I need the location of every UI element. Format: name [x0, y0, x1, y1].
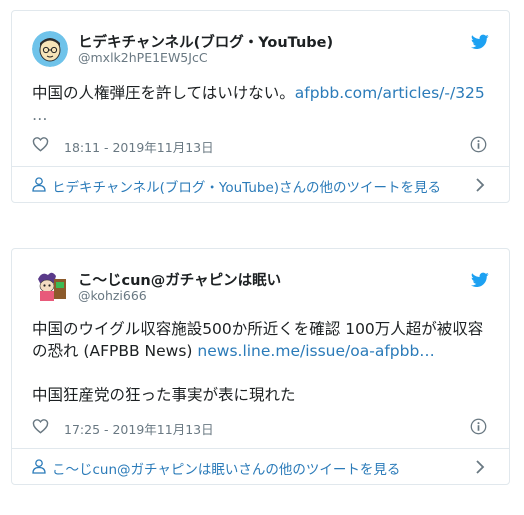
divider — [12, 448, 509, 449]
tweet-text: 中国の人権弾圧を許してはいけない。afpbb.com/articles/-/32… — [32, 82, 491, 126]
twitter-bird-icon[interactable] — [471, 34, 489, 50]
tweet-link[interactable]: afpbb.com/articles/-/325 — [295, 84, 485, 102]
person-icon — [32, 177, 46, 192]
heart-icon[interactable] — [32, 418, 49, 434]
author-name[interactable]: ヒデキチャンネル(ブログ・YouTube) — [78, 31, 333, 52]
tweet-meta: 17:25 - 2019年11月13日 — [32, 417, 491, 437]
author-name[interactable]: こ～じcun@ガチャピンは眠い — [78, 269, 281, 290]
avatar[interactable] — [32, 31, 68, 67]
tweet-text-line: 中国狂産党の狂った事実が表に現れた — [32, 386, 296, 404]
avatar[interactable] — [32, 269, 68, 305]
truncation-ellipsis: … — [32, 106, 48, 124]
person-icon — [32, 459, 46, 474]
twitter-bird-icon[interactable] — [471, 272, 489, 288]
chevron-right-icon[interactable] — [475, 177, 485, 193]
heart-icon[interactable] — [32, 136, 49, 152]
tweet-text-line: 中国の人権弾圧を許してはいけない。 — [32, 84, 295, 102]
author-handle[interactable]: @mxlk2hPE1EW5JcC — [78, 50, 208, 65]
tweet-text-line: の恐れ (AFPBB News) — [32, 342, 193, 360]
more-tweets-label[interactable]: ヒデキチャンネル(ブログ・YouTube)さんの他のツイートを見る — [52, 176, 441, 196]
tweet-timestamp[interactable]: 18:11 - 2019年11月13日 — [64, 137, 214, 156]
tweet-link[interactable]: news.line.me/issue/oa-afpbb… — [197, 342, 434, 360]
info-icon[interactable] — [470, 418, 487, 435]
more-tweets-link[interactable]: こ～じcun@ガチャピンは眠いさんの他のツイートを見る — [32, 456, 491, 478]
more-tweets-label[interactable]: こ～じcun@ガチャピンは眠いさんの他のツイートを見る — [52, 458, 400, 478]
tweet-meta: 18:11 - 2019年11月13日 — [32, 135, 491, 155]
divider — [12, 166, 509, 167]
tweet-card: こ～じcun@ガチャピンは眠い @kohzi666 中国のウイグル収容施設500… — [11, 248, 510, 485]
tweet-text-line: 中国のウイグル収容施設500か所近くを確認 100万人超が被収容 — [32, 320, 484, 338]
more-tweets-link[interactable]: ヒデキチャンネル(ブログ・YouTube)さんの他のツイートを見る — [32, 174, 491, 196]
tweet-text: 中国のウイグル収容施設500か所近くを確認 100万人超が被収容 の恐れ (AF… — [32, 318, 491, 406]
tweet-timestamp[interactable]: 17:25 - 2019年11月13日 — [64, 419, 214, 438]
chevron-right-icon[interactable] — [475, 459, 485, 475]
info-icon[interactable] — [470, 136, 487, 153]
author-handle[interactable]: @kohzi666 — [78, 288, 147, 303]
tweet-card: ヒデキチャンネル(ブログ・YouTube) @mxlk2hPE1EW5JcC 中… — [11, 10, 510, 203]
